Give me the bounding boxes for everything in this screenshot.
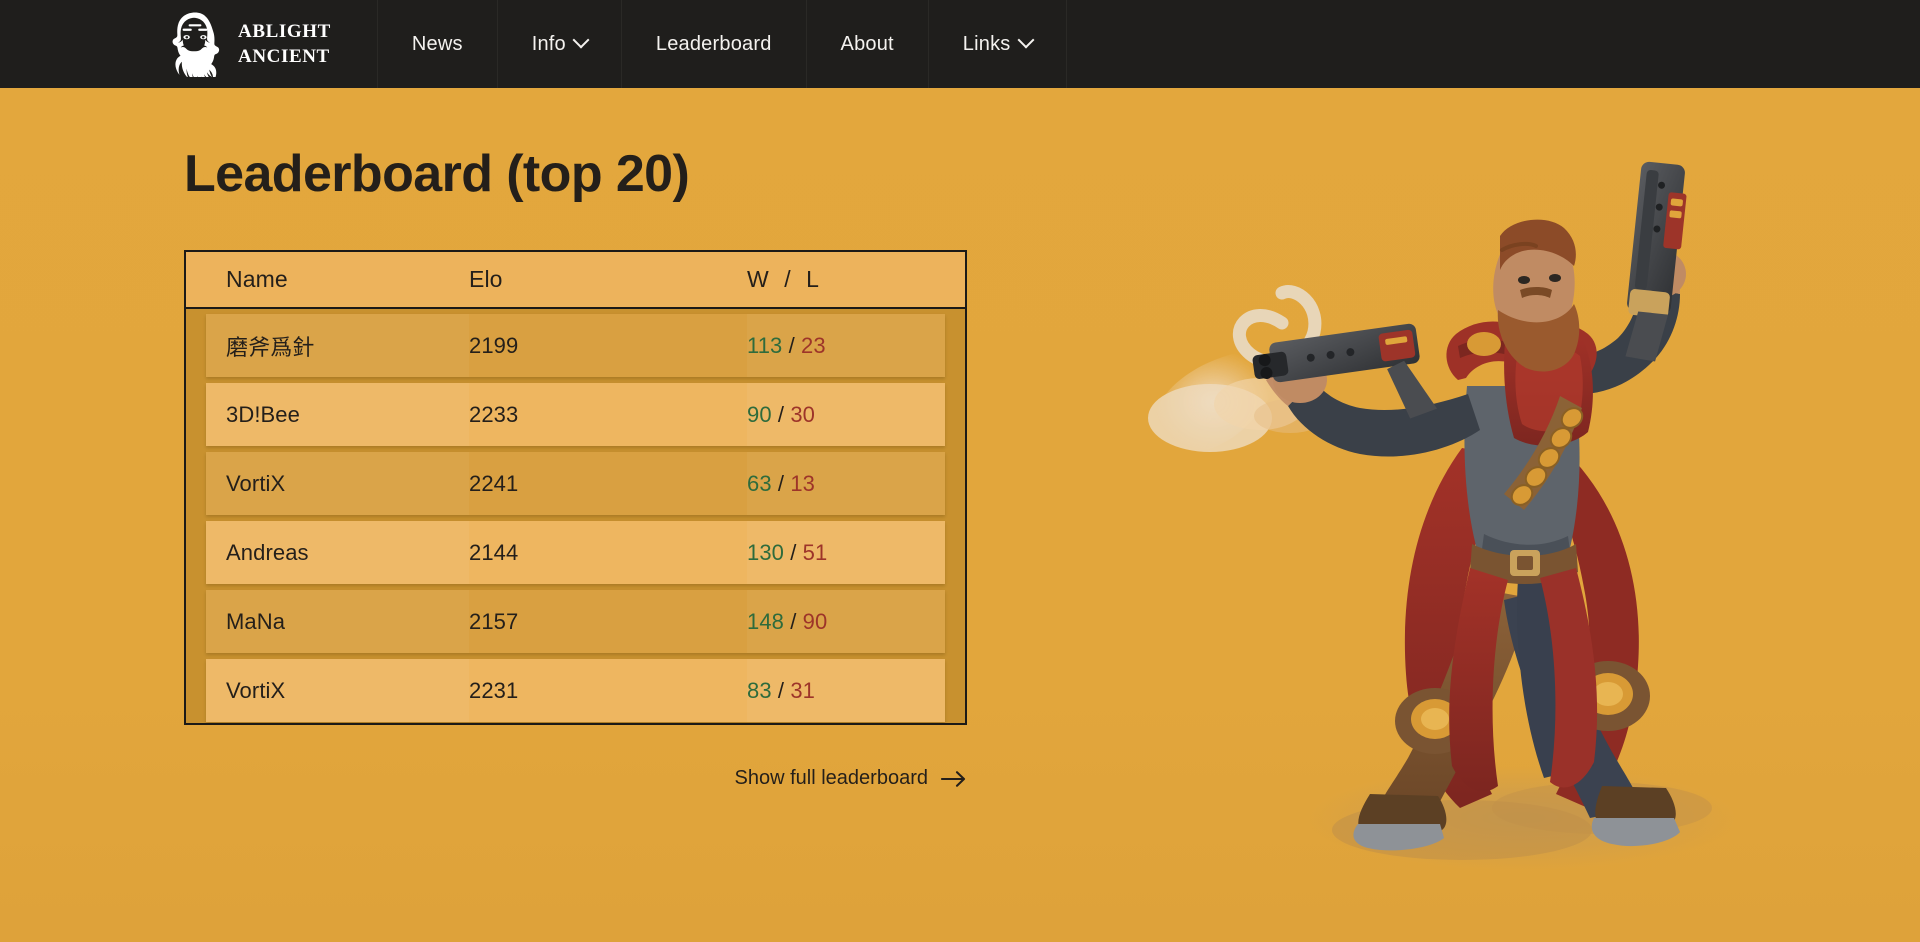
cell-player-name: 3D!Bee xyxy=(206,383,469,447)
table-row[interactable]: 磨斧爲針 2199 113 / 23 xyxy=(206,314,945,378)
cell-player-name: 磨斧爲針 xyxy=(206,314,469,378)
cell-player-name: MaNa xyxy=(206,590,469,654)
column-header-losses: L xyxy=(806,266,820,293)
cell-win-loss: 113 / 23 xyxy=(747,314,945,378)
cell-losses: 23 xyxy=(801,332,826,358)
leaderboard-header-row: Name Elo W / L xyxy=(186,252,965,310)
leaderboard-body[interactable]: 磨斧爲針 2199 113 / 23 3D!Bee 2233 90 / 30 V… xyxy=(186,309,965,723)
cell-win-loss: 63 / 13 xyxy=(747,452,945,516)
chevron-down-icon xyxy=(572,31,590,49)
bearded-head-logo-icon xyxy=(172,12,220,77)
table-row[interactable]: VortiX 2241 63 / 13 xyxy=(206,452,945,516)
chevron-down-icon xyxy=(1017,31,1034,49)
cell-elo: 2241 xyxy=(469,470,519,496)
show-full-leaderboard-link[interactable]: Show full leaderboard xyxy=(735,767,967,790)
cell-win-loss: 130 / 51 xyxy=(747,521,945,585)
cell-player-name: VortiX xyxy=(206,452,469,516)
cell-losses: 30 xyxy=(790,401,815,427)
cell-elo: 2231 xyxy=(469,677,519,703)
cell-losses: 31 xyxy=(790,677,815,703)
nav-item-info[interactable]: Info xyxy=(496,0,622,88)
cell-win-loss: 90 / 30 xyxy=(747,383,945,447)
leaderboard-table: Name Elo W / L 磨斧爲針 2199 113 / 23 3D!Bee… xyxy=(184,250,967,726)
table-row[interactable]: VortiX 2231 83 / 31 xyxy=(206,659,945,723)
column-header-name-cell: Name xyxy=(186,266,469,293)
cell-losses: 13 xyxy=(790,470,815,496)
cell-win-loss: 148 / 90 xyxy=(747,590,945,654)
page-title: Leaderboard (top 20) xyxy=(184,145,690,203)
nav-label-info: Info xyxy=(531,32,566,55)
cell-player-name: Andreas xyxy=(206,521,469,585)
main-content: Leaderboard (top 20) Name Elo W / L 磨斧爲針… xyxy=(0,88,1920,790)
table-row[interactable]: Andreas 2144 130 / 51 xyxy=(206,521,945,585)
nav-item-links[interactable]: Links xyxy=(927,0,1067,88)
column-header-name: Name xyxy=(226,266,288,293)
cell-wins: 63 xyxy=(747,470,772,496)
cell-player-name: VortiX xyxy=(206,659,469,723)
arrow-right-icon xyxy=(941,770,966,787)
brand-wordmark: ABLIGHT ANCIENT xyxy=(238,19,331,69)
cell-win-loss: 83 / 31 xyxy=(747,659,945,723)
nav-item-about[interactable]: About xyxy=(805,0,929,88)
primary-nav: News Info Leaderboard About Links xyxy=(376,0,1067,88)
column-header-wins: W xyxy=(747,266,769,293)
cell-elo: 2157 xyxy=(469,608,519,634)
column-header-separator: / xyxy=(784,266,791,293)
table-row[interactable]: MaNa 2157 148 / 90 xyxy=(206,590,945,654)
nav-label-links: Links xyxy=(962,32,1011,55)
leaderboard-footer: Show full leaderboard xyxy=(184,725,967,790)
nav-label-about: About xyxy=(840,32,894,55)
column-header-winloss-cell: W / L xyxy=(747,266,965,293)
nav-item-leaderboard[interactable]: Leaderboard xyxy=(620,0,807,88)
nav-label-news: News xyxy=(411,32,463,55)
brand-home-link[interactable]: ABLIGHT ANCIENT xyxy=(0,0,361,88)
cell-wins: 148 xyxy=(747,608,785,634)
nav-label-leaderboard: Leaderboard xyxy=(655,32,772,55)
cell-elo: 2233 xyxy=(469,401,519,427)
cell-losses: 90 xyxy=(802,608,828,634)
cell-losses: 51 xyxy=(802,539,828,565)
table-row[interactable]: 3D!Bee 2233 90 / 30 xyxy=(206,383,945,447)
leaderboard-section: Name Elo W / L 磨斧爲針 2199 113 / 23 3D!Bee… xyxy=(184,250,967,790)
brand-line-2: ANCIENT xyxy=(238,46,330,67)
column-header-elo-cell: Elo xyxy=(469,266,747,293)
column-header-elo: Elo xyxy=(469,266,503,293)
show-full-leaderboard-label: Show full leaderboard xyxy=(734,767,928,790)
cell-elo: 2199 xyxy=(469,332,519,358)
cell-wins: 113 xyxy=(747,332,783,358)
cell-wins: 90 xyxy=(747,401,772,427)
cell-wins: 83 xyxy=(747,677,772,703)
cell-elo: 2144 xyxy=(469,539,519,565)
nav-item-news[interactable]: News xyxy=(376,0,498,88)
cell-wins: 130 xyxy=(747,539,785,565)
page-root: ABLIGHT ANCIENT News Info Leaderboard Ab… xyxy=(0,0,1920,942)
top-navigation-bar: ABLIGHT ANCIENT News Info Leaderboard Ab… xyxy=(0,0,1920,88)
brand-line-1: ABLIGHT xyxy=(238,20,331,42)
